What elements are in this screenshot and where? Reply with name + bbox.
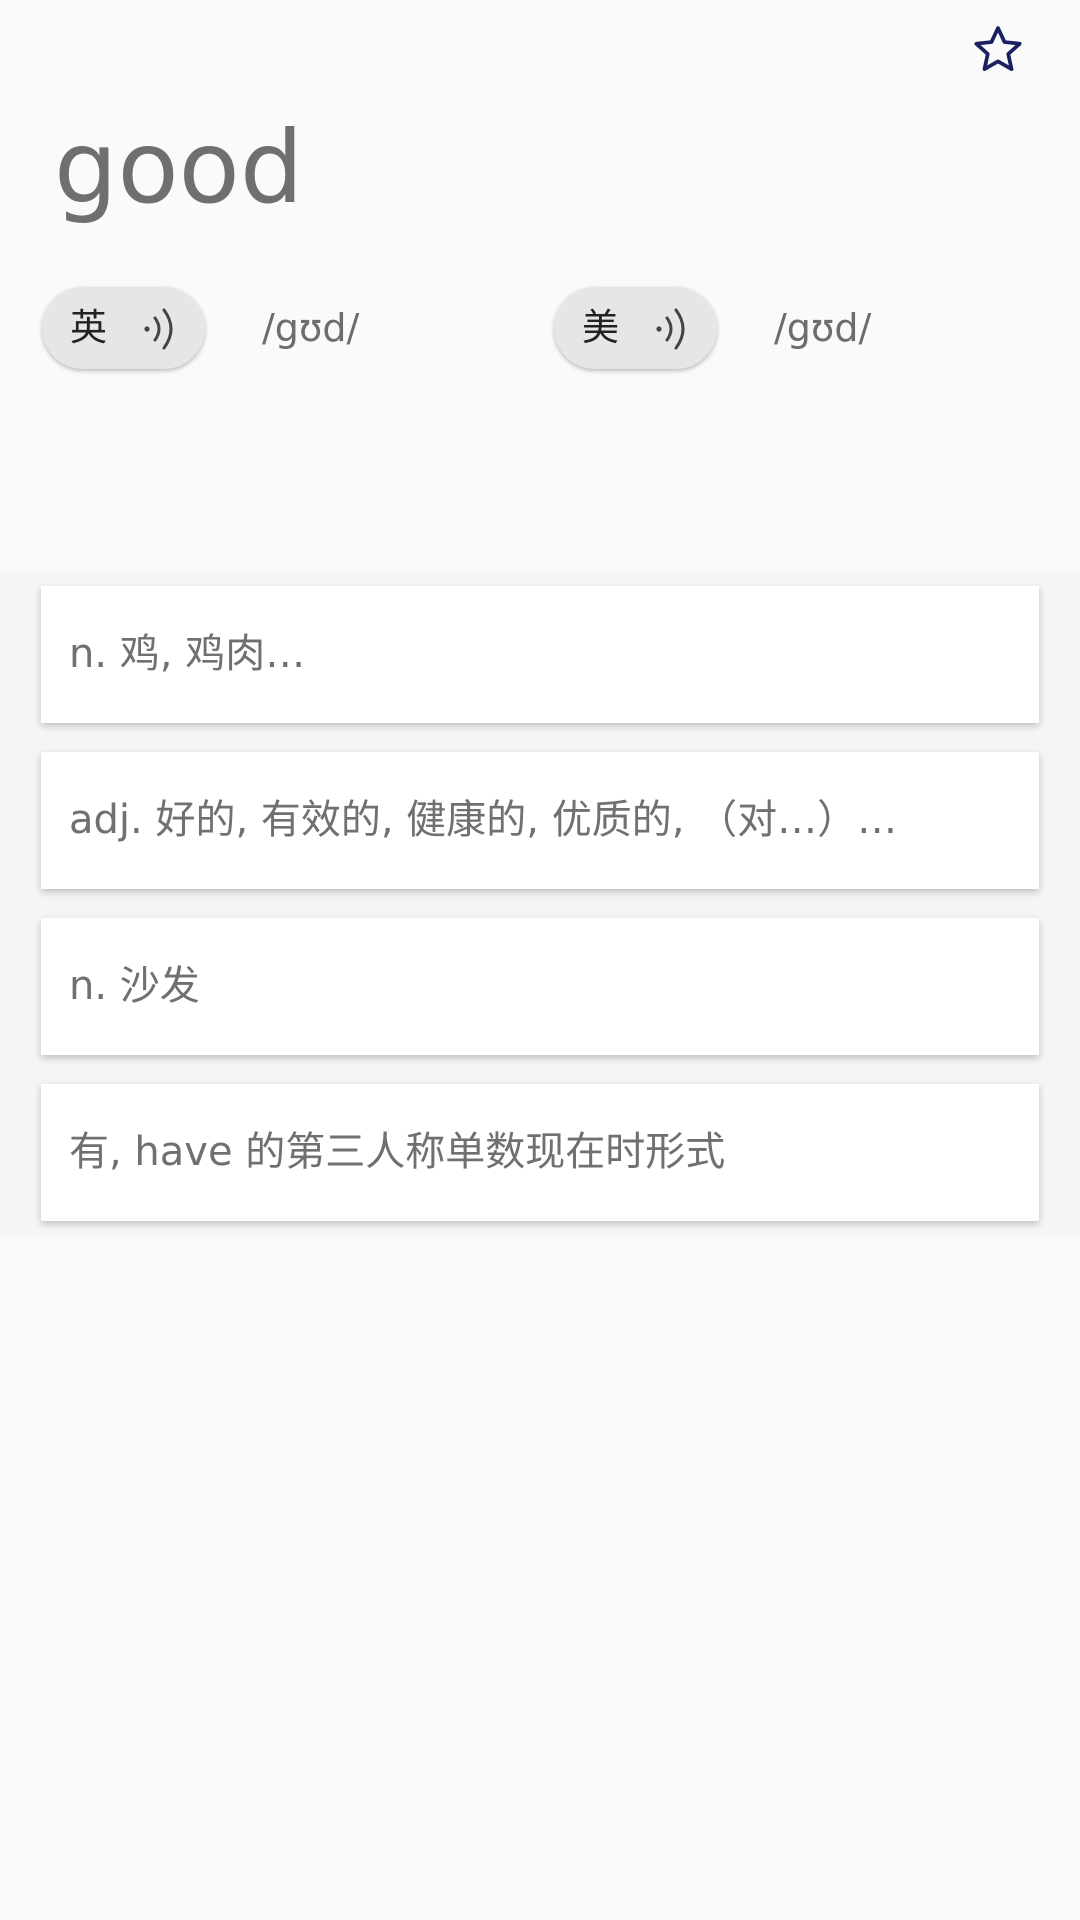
pronunciation-uk-button[interactable]: 英: [42, 287, 205, 369]
speaker-icon: [656, 308, 685, 350]
definition-card[interactable]: 有, have 的第三人称单数现在时形式: [41, 1084, 1039, 1221]
definition-list: n. 鸡, 鸡肉… adj. 好的, 有效的, 健康的, 优质的, （对…）… …: [0, 571, 1080, 1235]
phonetic-uk: /gʊd/: [262, 306, 360, 350]
phonetic-us: /gʊd/: [774, 306, 872, 350]
definition-text: n. 沙发: [69, 963, 200, 1009]
definition-card[interactable]: n. 沙发: [41, 918, 1039, 1055]
definition-row: n. 沙发: [0, 903, 1080, 1069]
definition-text: adj. 好的, 有效的, 健康的, 优质的, （对…）…: [69, 797, 898, 843]
definition-row: adj. 好的, 有效的, 健康的, 优质的, （对…）…: [0, 737, 1080, 903]
favorite-button[interactable]: [962, 14, 1034, 86]
region-label-uk: 英: [70, 306, 107, 349]
pronunciation-us-button[interactable]: 美: [554, 287, 717, 369]
definition-text: n. 鸡, 鸡肉…: [69, 631, 306, 677]
definition-row: n. 鸡, 鸡肉…: [0, 571, 1080, 737]
definition-row: 有, have 的第三人称单数现在时形式: [0, 1069, 1080, 1235]
definition-card[interactable]: adj. 好的, 有效的, 健康的, 优质的, （对…）…: [41, 752, 1039, 889]
region-label-us: 美: [582, 306, 619, 349]
definition-text: 有, have 的第三人称单数现在时形式: [69, 1129, 726, 1175]
word-title: good: [54, 109, 304, 226]
definition-card[interactable]: n. 鸡, 鸡肉…: [41, 586, 1039, 723]
star-outline-icon: [974, 26, 1022, 71]
speaker-icon: [144, 308, 173, 350]
